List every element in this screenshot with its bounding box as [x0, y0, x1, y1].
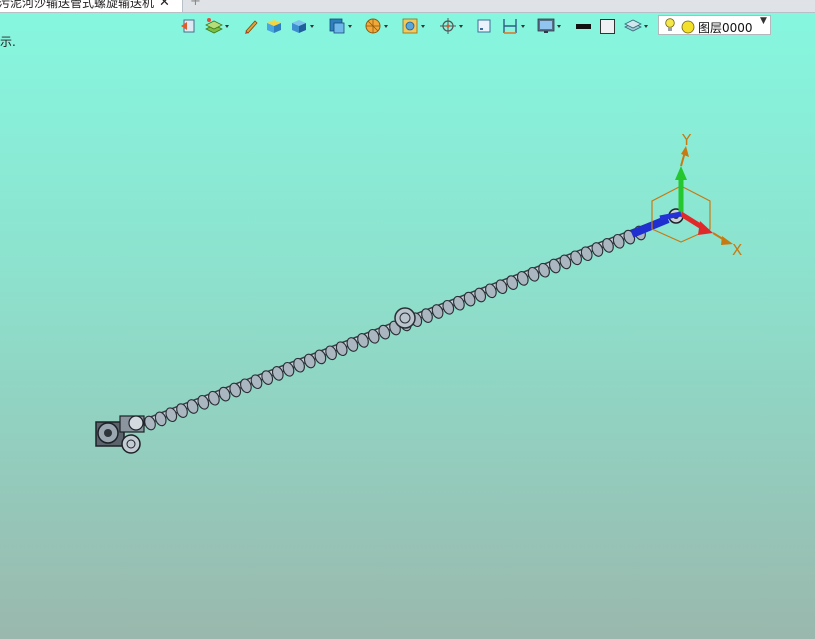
y-axis-label: Y [681, 131, 692, 149]
coordinate-triad: Y X [651, 131, 742, 259]
x-axis-head [698, 221, 713, 235]
y-axis-head [675, 166, 687, 180]
x-axis-label: X [732, 241, 742, 259]
drive-motor-assembly [95, 415, 145, 454]
screw-conveyor-model[interactable]: Y X [0, 0, 815, 639]
screw-flights [144, 225, 646, 431]
middle-coupling [394, 307, 416, 329]
model-viewport[interactable]: 污泥河沙输送管式螺旋输送机 ✕ + 示. 图层0000 ▼ Y X [0, 0, 815, 639]
